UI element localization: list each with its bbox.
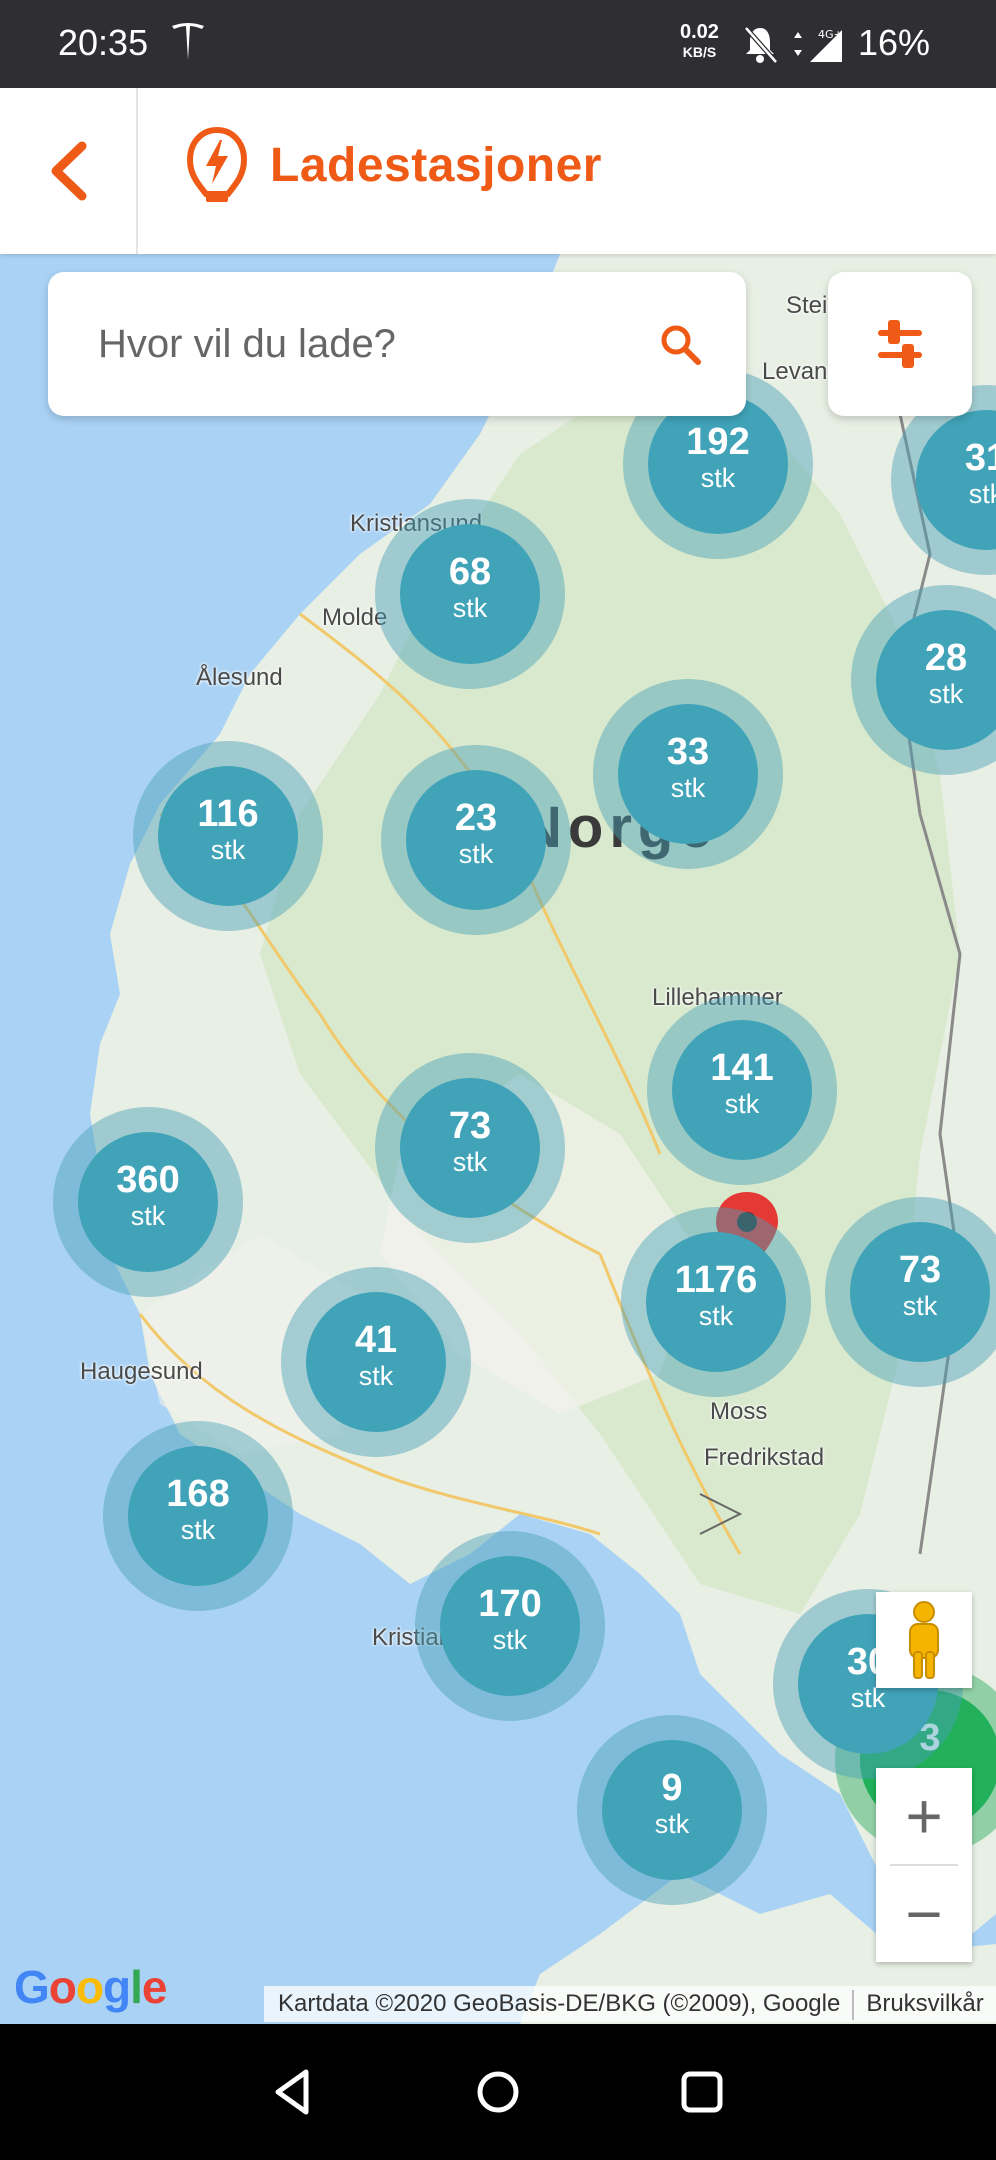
nav-back-icon[interactable] <box>264 2062 324 2122</box>
cluster-unit: stk <box>458 839 494 869</box>
cluster-badge: 31stk <box>916 410 996 550</box>
cluster-badge: 1176 stk <box>646 1232 786 1372</box>
google-logo: Google <box>14 1961 167 2013</box>
station-cluster[interactable]: 116 stk <box>133 741 323 931</box>
back-chevron-icon[interactable] <box>40 136 100 206</box>
cluster-count: 9 <box>661 1767 683 1809</box>
zoom-in-button[interactable]: + <box>876 1768 972 1864</box>
map-attribution: Kartdata ©2020 GeoBasis-DE/BKG (©2009), … <box>264 1986 996 2022</box>
cluster-count: 192 <box>686 421 750 463</box>
cluster-badge: 170 stk <box>440 1556 580 1696</box>
cluster-count: 73 <box>898 1249 942 1291</box>
network-type: 4G+ <box>818 28 843 41</box>
cluster-unit: stk <box>210 835 246 865</box>
station-cluster[interactable]: 168 stk <box>103 1421 293 1611</box>
cluster-count: 141 <box>710 1047 774 1089</box>
station-cluster[interactable]: 9 stk <box>577 1715 767 1905</box>
network-speed: 0.02 KB/S <box>680 22 719 62</box>
place-label: Moss <box>710 1398 768 1425</box>
status-bar: 20:35 0.02 KB/S 4G+ 16% <box>0 0 996 88</box>
cluster-unit: stk <box>492 1625 528 1655</box>
cluster-badge: 68 stk <box>400 524 540 664</box>
station-cluster[interactable]: 1176 stk <box>621 1207 811 1397</box>
cluster-count: 168 <box>166 1473 230 1515</box>
battery-level: 16% <box>858 22 931 63</box>
filter-icon <box>878 320 922 368</box>
place-label: Haugesund <box>80 1358 203 1385</box>
cluster-unit: stk <box>452 1147 488 1177</box>
cluster-count: 33 <box>666 731 710 773</box>
cluster-count: 28 <box>924 637 968 679</box>
pegman-icon <box>909 1601 939 1679</box>
nav-home-icon[interactable] <box>468 2062 528 2122</box>
place-label: Ålesund <box>196 664 283 691</box>
cluster-count: 360 <box>116 1159 180 1201</box>
cluster-count: 41 <box>354 1319 398 1361</box>
bell-off-icon <box>744 26 778 64</box>
status-time: 20:35 <box>58 22 149 63</box>
cluster-badge: 168 stk <box>128 1446 268 1586</box>
cluster-count: 23 <box>454 797 498 839</box>
cluster-unit: stk <box>928 679 964 709</box>
cluster-badge: 116 stk <box>158 766 298 906</box>
cluster-unit: stk <box>654 1809 690 1839</box>
cluster-badge: 23 stk <box>406 770 546 910</box>
cluster-badge: 33 stk <box>618 704 758 844</box>
cluster-unit: stk <box>698 1301 734 1331</box>
station-cluster[interactable]: 141 stk <box>647 995 837 1185</box>
attribution-text: Kartdata ©2020 GeoBasis-DE/BKG (©2009), … <box>278 1990 841 2017</box>
terms-link[interactable]: Bruksvilkår <box>866 1990 983 2017</box>
cluster-unit: stk <box>700 463 736 493</box>
system-nav-bar <box>0 2024 996 2160</box>
station-cluster[interactable]: 41 stk <box>281 1267 471 1457</box>
app-bar-divider <box>136 88 138 254</box>
station-cluster[interactable]: 360 stk <box>53 1107 243 1297</box>
cluster-count: 1176 <box>674 1259 758 1301</box>
search-input[interactable] <box>96 308 640 380</box>
cluster-unit: stk <box>130 1201 166 1231</box>
map-view[interactable]: Norge Kristiansund Molde Ålesund Lilleha… <box>0 254 996 2024</box>
tesla-icon <box>172 23 204 60</box>
station-cluster[interactable]: 23 stk <box>381 745 571 935</box>
cluster-badge: 73 stk <box>850 1222 990 1362</box>
cluster-badge: 360 stk <box>78 1132 218 1272</box>
cluster-count: 170 <box>478 1583 542 1625</box>
network-speed-unit: KB/S <box>682 44 717 60</box>
cluster-badge: 41 stk <box>306 1292 446 1432</box>
network-speed-value: 0.02 <box>680 21 719 43</box>
search-bar <box>48 272 746 416</box>
nav-recents-icon[interactable] <box>672 2062 732 2122</box>
cluster-unit: stk <box>180 1515 216 1545</box>
cluster-count: 116 <box>197 793 259 835</box>
cluster-count: 73 <box>448 1105 492 1147</box>
cluster-unit: stk <box>968 479 996 509</box>
app-bar: Ladestasjoner <box>0 88 996 254</box>
search-icon[interactable] <box>658 322 702 366</box>
filter-button[interactable] <box>828 272 972 416</box>
cluster-unit: stk <box>724 1089 760 1119</box>
cluster-count: 68 <box>448 551 492 593</box>
cluster-unit: stk <box>452 593 488 623</box>
cluster-badge: 9 stk <box>602 1740 742 1880</box>
station-cluster[interactable]: 68 stk <box>375 499 565 689</box>
cluster-unit: stk <box>670 773 706 803</box>
cluster-unit: stk <box>358 1361 394 1391</box>
attribution-divider <box>852 1989 855 2020</box>
cluster-badge: 28 stk <box>876 610 996 750</box>
signal-icon: 4G+ <box>794 28 843 62</box>
station-cluster[interactable]: 170 stk <box>415 1531 605 1721</box>
station-cluster[interactable]: 33 stk <box>593 679 783 869</box>
cluster-unit: stk <box>902 1291 938 1321</box>
lightning-logo-icon <box>186 126 248 202</box>
cluster-badge: 73 stk <box>400 1078 540 1218</box>
street-view-button[interactable] <box>876 1592 972 1688</box>
app-title: Ladestasjoner <box>270 139 602 192</box>
cluster-count: 31 <box>964 437 996 479</box>
cluster-badge: 141 stk <box>672 1020 812 1160</box>
station-cluster[interactable]: 73 stk <box>375 1053 565 1243</box>
zoom-controls: + − <box>876 1768 972 1962</box>
zoom-out-button[interactable]: − <box>876 1866 972 1962</box>
place-label: Fredrikstad <box>704 1444 825 1471</box>
